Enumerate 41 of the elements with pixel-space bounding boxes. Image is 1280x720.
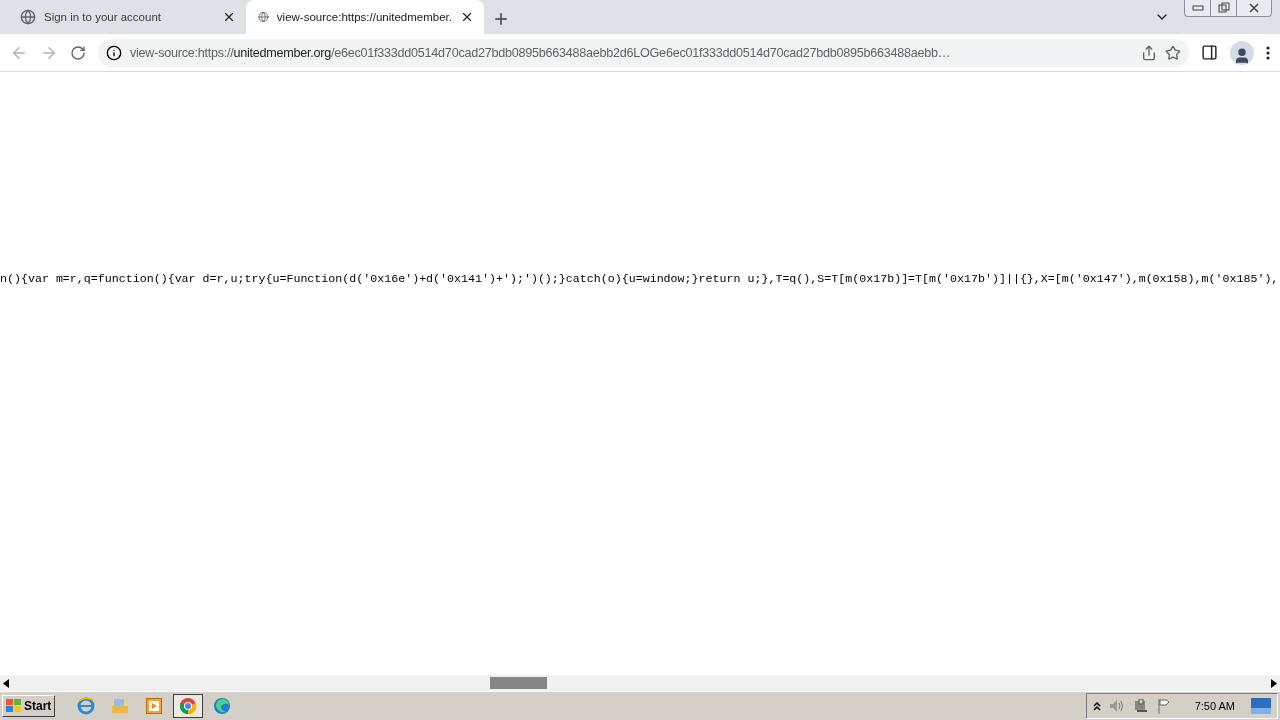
info-icon: [106, 44, 122, 61]
scroll-right-icon[interactable]: [1271, 678, 1277, 688]
close-icon: [1248, 3, 1260, 13]
horizontal-scrollbar[interactable]: [0, 675, 1280, 691]
restore-icon: [1217, 2, 1230, 14]
browser-tab[interactable]: Sign in to your account: [8, 0, 246, 34]
bookmark-star-button[interactable]: [1165, 44, 1181, 61]
close-tab-button[interactable]: [222, 10, 236, 24]
share-button[interactable]: [1141, 44, 1157, 61]
scroll-left-icon[interactable]: [3, 678, 9, 688]
source-code-line: n(){var m=r,q=function(){var d=r,u;try{u=Function(d('0x16e')+d('0x141')+');')();}catch(o){u=window;}return u;},T=q(),S=T[m(0x17b)]=T[m('0x17b')]||{},X=[m('0x147'),m(0x158),m('0x185'),: [0, 272, 1280, 285]
globe-icon: [20, 9, 36, 25]
minimize-icon: [1191, 5, 1204, 11]
start-button[interactable]: Start: [2, 695, 56, 717]
profile-avatar[interactable]: [1230, 40, 1254, 65]
share-icon: [1141, 44, 1157, 61]
more-icon: [1266, 45, 1270, 60]
reload-button[interactable]: [70, 44, 86, 61]
close-icon: [222, 10, 236, 24]
browser-tab[interactable]: view-source:https://unitedmember.: [246, 0, 484, 34]
network-icon[interactable]: [1132, 699, 1149, 713]
tab-title: view-source:https://unitedmember.: [276, 11, 452, 23]
globe-icon: [258, 9, 269, 25]
scrollbar-thumb[interactable]: [490, 677, 548, 689]
person-icon: [1233, 46, 1251, 65]
windows-logo-icon: [6, 699, 22, 713]
menu-button[interactable]: [1266, 45, 1270, 60]
reload-icon: [70, 44, 86, 61]
side-panel-icon: [1201, 44, 1218, 61]
side-panel-button[interactable]: [1201, 44, 1218, 61]
close-icon: [460, 10, 474, 24]
plus-icon: [492, 10, 510, 28]
new-tab-button[interactable]: [492, 10, 510, 28]
show-hidden-icons-icon[interactable]: [1092, 701, 1101, 711]
chrome-icon[interactable]: [173, 694, 204, 718]
address-bar[interactable]: view-source:https://unitedmember.org/e6ec01f333dd0514d70cad27bdb0895b663488aebb2d6LOGe6ec01f333dd0514d70cad27bdb0895b663488aebb…: [98, 38, 1189, 67]
tab-title: Sign in to your account: [44, 11, 162, 23]
close-tab-button[interactable]: [460, 10, 474, 24]
star-icon: [1165, 44, 1181, 61]
url-text: view-source:https://unitedmember.org/e6ec01f333dd0514d70cad27bdb0895b663488aebb2d6LOGe6ec01f333dd0514d70cad27bdb0895b663488aebb…: [130, 45, 952, 60]
clock[interactable]: 7:50 AM: [1194, 700, 1235, 712]
